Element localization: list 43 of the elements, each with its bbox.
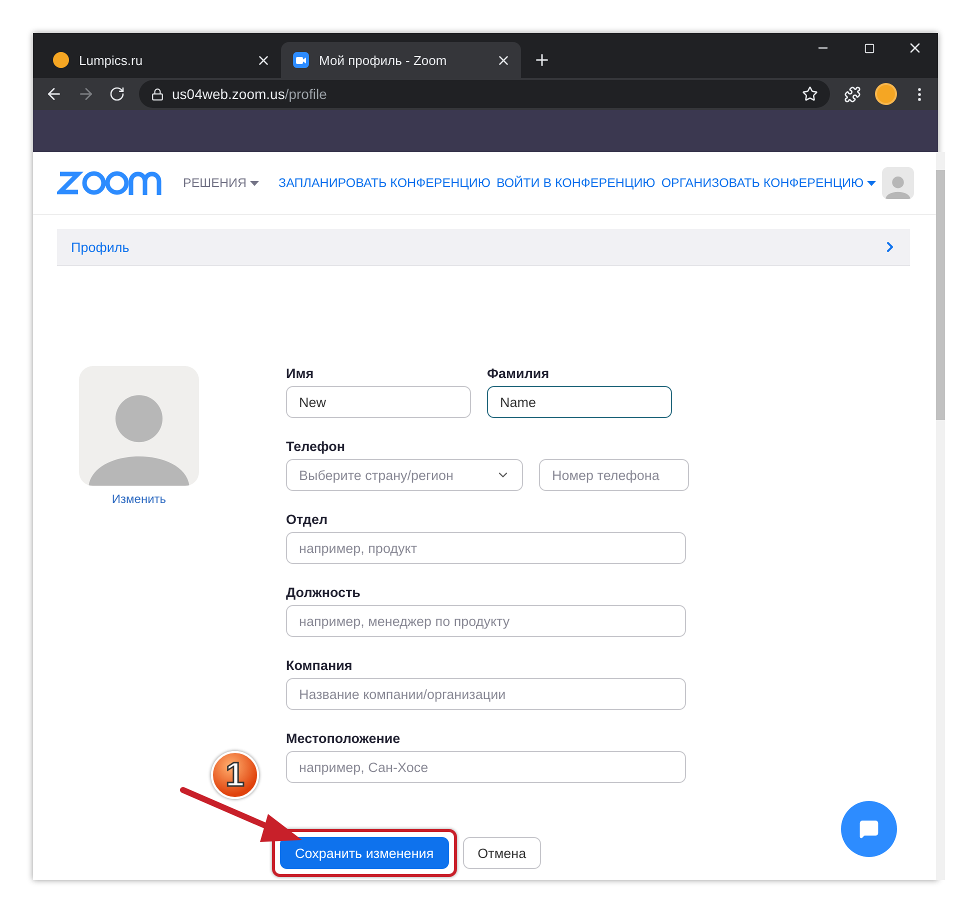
address-bar[interactable]: us04web.zoom.us/profile (139, 80, 830, 108)
forward-icon[interactable] (77, 85, 95, 103)
nav-link[interactable]: ОРГАНИЗОВАТЬ КОНФЕРЕНЦИЮ (661, 176, 876, 190)
profile-icon[interactable] (875, 83, 897, 105)
maximize-icon[interactable] (864, 42, 874, 54)
camera-icon (293, 52, 309, 68)
input-field[interactable]: Name (487, 386, 672, 418)
field-label: Местоположение (286, 731, 402, 746)
field-label: Телефон (286, 439, 346, 454)
tab-title: Мой профиль - Zoom (319, 52, 448, 68)
reload-icon[interactable] (109, 86, 125, 102)
puzzle-icon[interactable] (844, 86, 861, 102)
cancel-button[interactable]: Отмена (462, 837, 542, 869)
favicon-icon (53, 52, 69, 68)
save-button[interactable]: Сохранить изменения (280, 837, 449, 869)
tab-title: Lumpics.ru (79, 52, 144, 68)
input-field[interactable]: New (286, 386, 471, 418)
input-field[interactable]: Название компании/организации (286, 678, 686, 710)
chat-icon (859, 819, 879, 839)
field-label: Фамилия (487, 366, 550, 381)
lock-icon (151, 88, 164, 100)
breadcrumb-label[interactable]: Профиль (71, 240, 130, 254)
avatar-silhouette-icon (884, 174, 912, 199)
field-label: Отдел (286, 512, 329, 527)
field-label: Должность (286, 585, 362, 600)
input-field[interactable]: например, Сан-Хосе (286, 751, 686, 783)
field-label: Компания (286, 658, 354, 673)
change-photo-link[interactable]: Изменить (112, 492, 166, 506)
select-field[interactable]: Выберите страну/регион (286, 459, 523, 491)
nav-menu[interactable]: РЕШЕНИЯ (183, 176, 259, 190)
nav-link[interactable]: ЗАПЛАНИРОВАТЬ КОНФЕРЕНЦИЮ (278, 176, 490, 190)
input-field[interactable]: например, менеджер по продукту (286, 605, 686, 637)
nav-link[interactable]: ВОЙТИ В КОНФЕРЕНЦИЮ (496, 176, 656, 190)
input-field[interactable]: Номер телефона (539, 459, 689, 491)
browser-tab[interactable]: Мой профиль - Zoom (281, 42, 521, 78)
field-label: Имя (286, 366, 315, 381)
browser-tab[interactable]: Lumpics.ru (41, 42, 281, 78)
back-icon[interactable] (45, 85, 63, 103)
url-text: us04web.zoom.us/profile (172, 86, 328, 102)
scrollbar[interactable] (936, 152, 945, 880)
new-tab-icon[interactable] (533, 51, 551, 69)
input-field[interactable]: например, продукт (286, 532, 686, 564)
star-icon[interactable] (802, 86, 818, 102)
